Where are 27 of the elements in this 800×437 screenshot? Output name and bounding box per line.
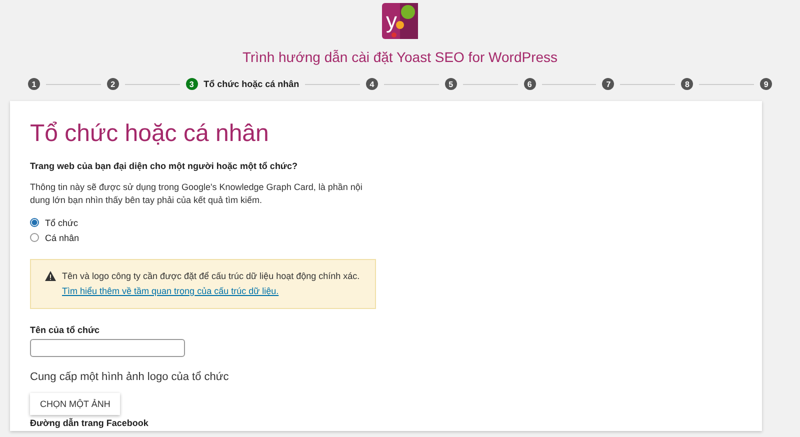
learn-more-link[interactable]: Tìm hiểu thêm về tầm quan trọng của cấu trúc dữ liệu.	[62, 286, 279, 296]
radio-label[interactable]: Tổ chức	[45, 218, 78, 228]
field-label: Tên của tổ chức	[30, 325, 101, 335]
step-number[interactable]: 5	[444, 78, 457, 90]
step-number[interactable]: 9	[760, 78, 772, 90]
step-number[interactable]: 1	[28, 78, 40, 90]
name-input-field[interactable]	[30, 339, 185, 357]
field-label: Đường dẫn trang Facebook	[30, 418, 150, 428]
radio-label[interactable]: Cá nhân	[45, 232, 80, 242]
page-heading: Tổ chức hoặc cá nhân	[30, 119, 270, 149]
radio-button[interactable]	[30, 218, 39, 227]
step-number[interactable]: 4	[366, 78, 378, 90]
description-text: Thông tin này sẽ được sử dụng trong Google's Knowledge Graph Card, là phần nội dung lớn bạn nhìn thấy bên tay phải của kết quả tìm kiếm.	[30, 181, 364, 207]
wizard-title: Trình hướng dẫn cài đặt Yoast SEO for WordPress	[242, 49, 558, 65]
step-label: Tổ chức hoặc cá nhân	[204, 79, 300, 89]
choose-image-button[interactable]: CHỌN MỘT ẢNH	[30, 393, 120, 415]
question-label: Trang web của bạn đại diện cho một người hoặc một tổ chức?	[30, 161, 298, 171]
logo-instruction: Cung cấp một hình ảnh logo của tổ chức	[30, 371, 230, 383]
step-number[interactable]: 7	[602, 78, 614, 90]
step-number[interactable]: 3	[186, 78, 198, 90]
step-number[interactable]: 6	[524, 78, 536, 90]
logo-icon: y	[382, 3, 418, 39]
step-number[interactable]: 8	[681, 78, 694, 90]
step-number[interactable]: 2	[106, 78, 119, 90]
warning-icon	[45, 271, 56, 281]
notice-text: Tên và logo công ty cần được đặt để cấu trúc dữ liệu hoạt động chính xác. Tìm hiểu thêm về tầm quan trọng của cấu trúc dữ liệu.	[62, 270, 361, 298]
radio-button[interactable]	[30, 233, 39, 242]
